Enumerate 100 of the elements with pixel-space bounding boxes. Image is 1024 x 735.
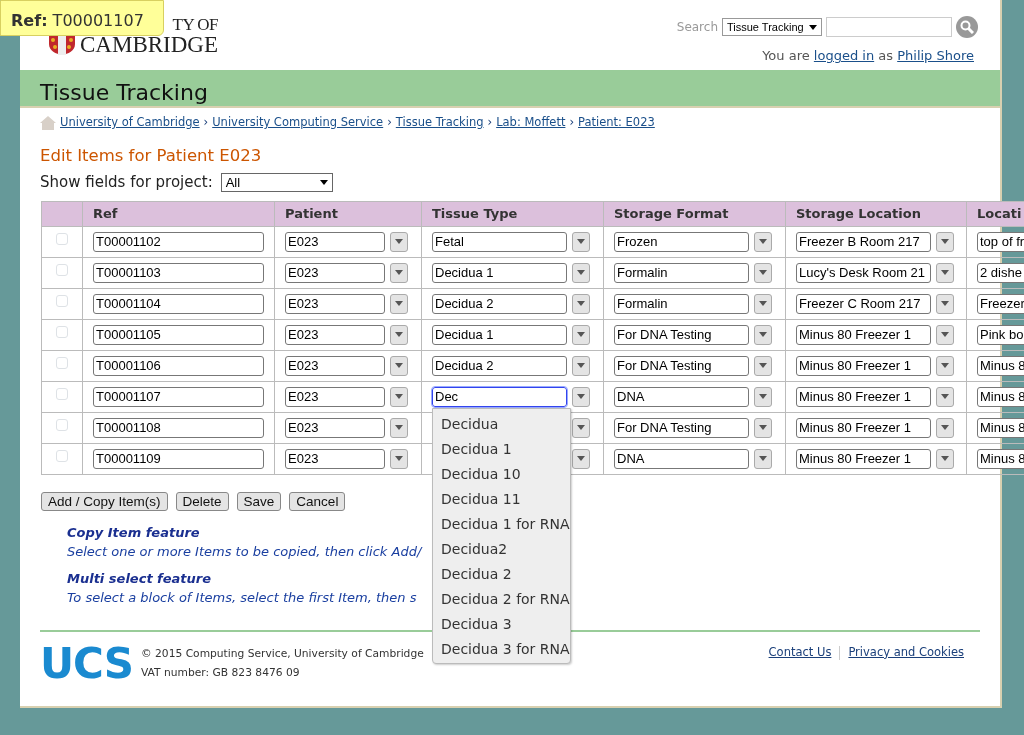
ref-field[interactable]: T00001107: [93, 386, 264, 407]
patient-field[interactable]: E023: [285, 293, 385, 314]
row-checkbox[interactable]: [56, 294, 68, 307]
patient-field[interactable]: E023: [285, 355, 385, 376]
storage-location-field[interactable]: Minus 80 Freezer 1: [796, 386, 931, 407]
dropdown-button[interactable]: [390, 262, 408, 283]
dropdown-button[interactable]: [754, 448, 772, 469]
action-button[interactable]: Save: [236, 491, 282, 511]
ref-field[interactable]: T00001104: [93, 293, 264, 314]
dropdown-button[interactable]: [936, 417, 954, 438]
location-field[interactable]: Pink bo: [977, 324, 1024, 345]
login-link[interactable]: logged in: [813, 48, 875, 63]
dropdown-button[interactable]: [754, 262, 772, 283]
storage-location-field[interactable]: Minus 80 Freezer 1: [796, 417, 931, 438]
storage-format-field[interactable]: For DNA Testing: [614, 324, 749, 345]
dropdown-button[interactable]: [572, 448, 590, 469]
storage-location-field[interactable]: Freezer C Room 217: [796, 293, 931, 314]
dropdown-button[interactable]: [936, 262, 954, 283]
dropdown-button[interactable]: [936, 231, 954, 252]
row-checkbox[interactable]: [56, 263, 68, 276]
autocomplete-option[interactable]: Decidua 2 for RNA: [433, 585, 570, 611]
dropdown-button[interactable]: [390, 417, 408, 438]
action-button[interactable]: Add / Copy Item(s): [41, 491, 168, 511]
storage-location-field[interactable]: Minus 80 Freezer 1: [796, 355, 931, 376]
breadcrumb-link[interactable]: Tissue Tracking: [395, 114, 484, 132]
dropdown-button[interactable]: [390, 324, 408, 345]
storage-format-field[interactable]: For DNA Testing: [614, 355, 749, 376]
dropdown-button[interactable]: [390, 386, 408, 407]
dropdown-button[interactable]: [936, 355, 954, 376]
breadcrumb-link[interactable]: Patient: E023: [578, 114, 655, 132]
location-field[interactable]: Freezer: [977, 293, 1024, 314]
ref-field[interactable]: T00001108: [93, 417, 264, 438]
dropdown-button[interactable]: [390, 448, 408, 469]
action-button[interactable]: Delete: [175, 491, 229, 511]
storage-location-field[interactable]: Minus 80 Freezer 1: [796, 324, 931, 345]
dropdown-button[interactable]: [572, 293, 590, 314]
storage-location-field[interactable]: Freezer B Room 217: [796, 231, 931, 252]
scope-select[interactable]: Tissue Tracking: [722, 18, 822, 36]
search-field[interactable]: [826, 17, 952, 37]
storage-location-field[interactable]: Minus 80 Freezer 1: [796, 448, 931, 469]
breadcrumb-link[interactable]: University of Cambridge: [60, 114, 200, 132]
dropdown-button[interactable]: [572, 324, 590, 345]
tissue-type-field[interactable]: Decidua 2: [432, 293, 567, 314]
autocomplete-option[interactable]: Decidua 1: [433, 435, 570, 461]
tissue-type-field[interactable]: Decidua 1: [432, 262, 567, 283]
storage-format-field[interactable]: DNA: [614, 448, 749, 469]
dropdown-button[interactable]: [754, 324, 772, 345]
ref-field[interactable]: T00001102: [93, 231, 264, 252]
action-button[interactable]: Cancel: [289, 491, 346, 511]
tissue-type-field[interactable]: Fetal: [432, 231, 567, 252]
dropdown-button[interactable]: [754, 417, 772, 438]
tissue-type-field[interactable]: Decidua 2: [432, 355, 567, 376]
breadcrumb-link[interactable]: Lab: Moffett: [496, 114, 566, 132]
row-checkbox[interactable]: [56, 356, 68, 369]
footer-link[interactable]: Contact Us: [768, 643, 832, 661]
dropdown-button[interactable]: [572, 417, 590, 438]
storage-format-field[interactable]: Formalin: [614, 262, 749, 283]
dropdown-button[interactable]: [936, 293, 954, 314]
tissue-type-field[interactable]: Decidua 1: [432, 324, 567, 345]
autocomplete-option[interactable]: Decidua 11: [433, 485, 570, 511]
dropdown-button[interactable]: [572, 262, 590, 283]
ref-field[interactable]: T00001109: [93, 448, 264, 469]
autocomplete-option[interactable]: Decidua2: [433, 535, 570, 561]
tissue-type-field[interactable]: Dec: [432, 386, 567, 407]
project-select[interactable]: All: [220, 172, 333, 192]
patient-field[interactable]: E023: [285, 448, 385, 469]
dropdown-button[interactable]: [572, 355, 590, 376]
storage-location-field[interactable]: Lucy's Desk Room 21: [796, 262, 931, 283]
search-button[interactable]: [956, 16, 978, 38]
dropdown-button[interactable]: [754, 293, 772, 314]
patient-field[interactable]: E023: [285, 386, 385, 407]
row-checkbox[interactable]: [56, 449, 68, 462]
dropdown-button[interactable]: [936, 448, 954, 469]
location-field[interactable]: 2 dishe: [977, 262, 1024, 283]
dropdown-button[interactable]: [390, 293, 408, 314]
autocomplete-option[interactable]: Decidua 1 for RNA: [433, 510, 570, 536]
ref-field[interactable]: T00001105: [93, 324, 264, 345]
row-checkbox[interactable]: [56, 232, 68, 245]
storage-format-field[interactable]: Formalin: [614, 293, 749, 314]
patient-field[interactable]: E023: [285, 324, 385, 345]
row-checkbox[interactable]: [56, 325, 68, 338]
autocomplete-option[interactable]: Decidua 3 for RNA: [433, 635, 570, 661]
ref-field[interactable]: T00001103: [93, 262, 264, 283]
dropdown-button[interactable]: [390, 231, 408, 252]
dropdown-button[interactable]: [754, 355, 772, 376]
user-link[interactable]: Philip Shore: [897, 48, 974, 63]
autocomplete-option[interactable]: Decidua 3: [433, 610, 570, 636]
breadcrumb-link[interactable]: University Computing Service: [212, 114, 384, 132]
ref-field[interactable]: T00001106: [93, 355, 264, 376]
dropdown-button[interactable]: [390, 355, 408, 376]
dropdown-button[interactable]: [936, 324, 954, 345]
row-checkbox[interactable]: [56, 418, 68, 431]
patient-field[interactable]: E023: [285, 231, 385, 252]
footer-link[interactable]: Privacy and Cookies: [848, 643, 964, 661]
dropdown-button[interactable]: [572, 386, 590, 407]
dropdown-button[interactable]: [754, 231, 772, 252]
autocomplete-option[interactable]: Decidua 2: [433, 560, 570, 586]
storage-format-field[interactable]: DNA: [614, 386, 749, 407]
dropdown-button[interactable]: [754, 386, 772, 407]
dropdown-button[interactable]: [572, 231, 590, 252]
